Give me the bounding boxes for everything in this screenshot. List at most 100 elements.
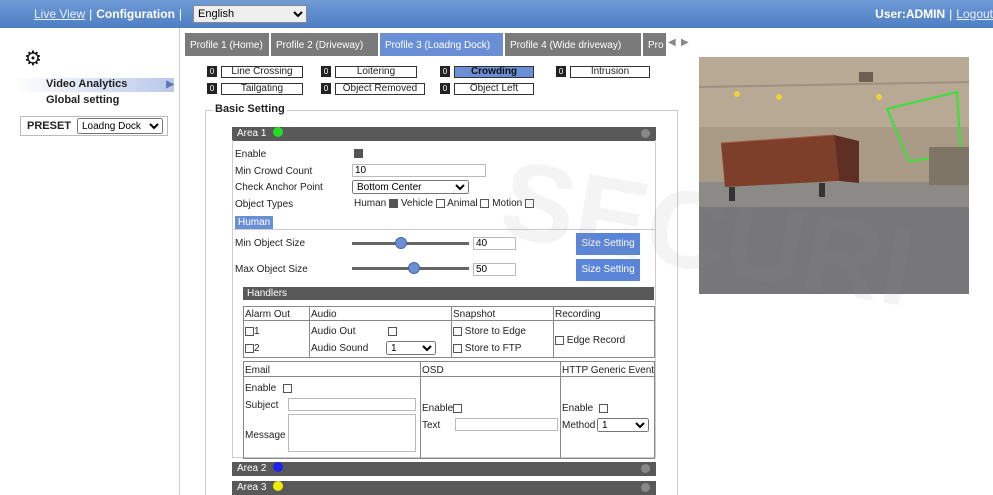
func-intrusion[interactable]: 0 Intrusion: [556, 66, 650, 78]
gear-icon: ⚙: [24, 48, 42, 70]
func-tailgating[interactable]: 0 Tailgating: [207, 83, 303, 95]
area-2-bar[interactable]: Area 2: [232, 462, 656, 476]
count-badge: 0: [321, 83, 331, 94]
max-size-label: Max Object Size: [235, 264, 308, 275]
preset-box: PRESET Loadng Dock: [20, 116, 168, 136]
func-crowding[interactable]: 0 Crowding: [440, 66, 534, 78]
type-vehicle-label: Vehicle: [400, 198, 434, 209]
enable-label: Enable: [235, 149, 267, 160]
count-badge: 0: [207, 66, 217, 77]
audio-header: Audio: [311, 309, 337, 320]
arrow-right-icon: ▶: [166, 79, 174, 90]
message-label: Message: [245, 430, 286, 441]
object-types-label: Object Types: [235, 199, 294, 210]
func-label: Crowding: [454, 66, 534, 78]
close-icon[interactable]: [641, 464, 650, 473]
email-enable[interactable]: Enable: [245, 383, 292, 394]
language-select[interactable]: English: [193, 5, 307, 23]
func-label: Object Removed: [335, 83, 425, 95]
area-3-bar[interactable]: Area 3: [232, 481, 656, 495]
anchor-select[interactable]: Bottom Center: [352, 180, 469, 194]
configuration-link[interactable]: Configuration: [96, 7, 175, 21]
recording-header: Recording: [555, 309, 601, 320]
close-icon[interactable]: [641, 483, 650, 492]
count-badge: 0: [321, 66, 331, 77]
vehicle-checkbox[interactable]: [435, 198, 445, 208]
human-tag[interactable]: Human: [235, 216, 274, 229]
func-loitering[interactable]: 0 Loitering: [321, 66, 417, 78]
scroll-left-icon[interactable]: ◀: [668, 37, 676, 48]
tab-profile-2[interactable]: Profile 2 (Driveway): [271, 33, 379, 56]
edge-record-option[interactable]: Edge Record: [555, 335, 625, 346]
func-object-left[interactable]: 0 Object Left: [440, 83, 534, 95]
store-ftp-option[interactable]: Store to FTP: [453, 343, 521, 354]
subject-input[interactable]: [288, 398, 416, 411]
area-1-bar[interactable]: Area 1: [232, 127, 656, 141]
snapshot-header: Snapshot: [453, 309, 496, 320]
method-select[interactable]: 1: [597, 418, 649, 432]
min-size-setting-button[interactable]: Size Setting: [576, 233, 640, 255]
blue-dot-icon: [273, 462, 284, 473]
tab-profile-4[interactable]: Profile 4 (Wide driveway): [505, 33, 642, 56]
func-label: Intrusion: [570, 66, 650, 78]
func-object-removed[interactable]: 0 Object Removed: [321, 83, 425, 95]
audio-sound-select[interactable]: 1: [386, 341, 436, 355]
logout-link[interactable]: Logout: [956, 7, 993, 21]
scroll-right-icon[interactable]: ▶: [681, 37, 689, 48]
alarm-1[interactable]: 1: [245, 326, 260, 337]
area-label: Area 3: [237, 482, 267, 493]
area-label: Area 2: [237, 463, 267, 474]
area-label: Area 1: [237, 128, 267, 139]
basic-setting-title: Basic Setting: [213, 103, 287, 115]
alarm-2[interactable]: 2: [245, 343, 260, 354]
sidebar: ⚙ Video Analytics ▶ Global setting PRESE…: [0, 28, 180, 495]
count-badge: 0: [207, 83, 217, 94]
type-animal-label: Animal: [447, 198, 478, 209]
http-enable[interactable]: Enable: [562, 403, 608, 414]
func-label: Object Left: [454, 83, 534, 95]
yellow-dot-icon: [273, 481, 284, 492]
tab-profile-5[interactable]: Pro: [643, 33, 667, 56]
count-badge: 0: [440, 66, 450, 77]
audio-out-checkbox[interactable]: [388, 326, 397, 337]
subject-label: Subject: [245, 400, 279, 411]
tab-profile-3[interactable]: Profile 3 (Loadng Dock): [380, 33, 504, 56]
sidebar-item-global-setting[interactable]: Global setting: [14, 94, 119, 106]
anchor-label: Check Anchor Point: [235, 182, 323, 193]
sidebar-item-video-analytics[interactable]: Video Analytics ▶: [14, 78, 174, 92]
camera-view[interactable]: [699, 57, 969, 294]
close-icon[interactable]: [641, 129, 650, 138]
preset-select[interactable]: Loadng Dock: [77, 118, 163, 134]
http-header: HTTP Generic Event: [562, 365, 655, 376]
human-checkbox[interactable]: [389, 198, 399, 208]
max-size-input[interactable]: [473, 263, 516, 276]
type-motion-label: Motion: [492, 198, 523, 209]
osd-text-input[interactable]: [455, 418, 558, 431]
preset-label: PRESET: [27, 120, 72, 132]
motion-checkbox[interactable]: [525, 198, 535, 208]
sidebar-item-label: Video Analytics: [46, 78, 128, 90]
email-header: Email: [245, 365, 271, 376]
slider-thumb[interactable]: [395, 237, 407, 249]
profile-tabs: Profile 1 (Home) Profile 2 (Driveway) Pr…: [185, 33, 705, 56]
osd-enable[interactable]: Enable: [422, 403, 463, 414]
enable-checkbox[interactable]: [354, 148, 363, 159]
user-label: User:ADMIN: [875, 7, 946, 21]
store-edge-option[interactable]: Store to Edge: [453, 326, 526, 337]
slider-thumb[interactable]: [408, 262, 420, 274]
min-crowd-input[interactable]: [352, 164, 486, 177]
max-size-slider[interactable]: [352, 262, 469, 274]
min-size-slider[interactable]: [352, 237, 469, 249]
message-textarea[interactable]: [288, 414, 416, 452]
top-nav: Live View | Configuration |: [34, 7, 183, 21]
func-line-crossing[interactable]: 0 Line Crossing: [207, 66, 303, 78]
count-badge: 0: [440, 83, 450, 94]
min-size-input[interactable]: [473, 237, 516, 250]
animal-checkbox[interactable]: [480, 198, 490, 208]
live-view-link[interactable]: Live View: [34, 7, 85, 21]
tab-profile-1[interactable]: Profile 1 (Home): [185, 33, 270, 56]
min-crowd-label: Min Crowd Count: [235, 166, 313, 177]
max-size-setting-button[interactable]: Size Setting: [576, 259, 640, 281]
handlers-bar[interactable]: Handlers: [243, 287, 654, 300]
audio-sound-label: Audio Sound: [311, 343, 369, 354]
